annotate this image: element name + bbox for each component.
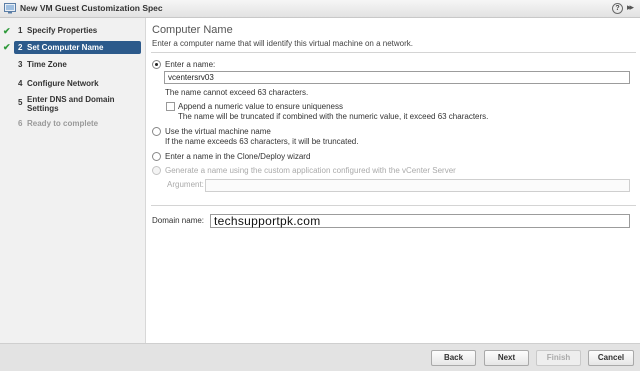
divider [151,205,636,206]
append-numeric-label: Append a numeric value to ensure uniquen… [178,102,343,111]
name-length-hint: The name cannot exceed 63 characters. [165,88,309,97]
window-title: New VM Guest Customization Spec [20,3,163,13]
divider [151,52,636,53]
page-title: Computer Name [152,24,233,36]
use-vm-name-radio[interactable] [152,127,161,136]
step-label: Time Zone [27,60,67,69]
expand-icon[interactable]: ▸▸ [627,2,634,13]
finish-button: Finish [536,350,581,366]
argument-input [205,179,630,192]
domain-name-label: Domain name: [152,216,205,225]
step-label: Enter DNS and Domain Settings [27,95,115,113]
append-numeric-checkbox[interactable] [166,102,175,111]
append-numeric-hint: The name will be truncated if combined w… [178,112,489,121]
cancel-button[interactable]: Cancel [588,350,634,366]
argument-label: Argument: [167,180,204,189]
step-label: Configure Network [27,79,99,88]
step-label: Ready to complete [27,119,99,128]
step-number: 4 [18,79,23,88]
step-number: 2 [18,43,23,52]
page-description: Enter a computer name that will identify… [152,39,414,48]
check-icon: ✔ [3,26,11,36]
next-button[interactable]: Next [484,350,529,366]
step-label: Set Computer Name [27,43,104,52]
back-button[interactable]: Back [431,350,476,366]
domain-name-input[interactable]: techsupportpk.com [210,214,630,228]
wizard-steps-sidebar: ✔ 1 Specify Properties ✔ 2 Set Computer … [0,18,146,343]
custom-app-label: Generate a name using the custom applica… [165,166,456,175]
vm-spec-icon [4,3,16,14]
computer-name-panel: Computer Name Enter a computer name that… [147,18,640,343]
step-number: 5 [18,98,23,107]
help-icon[interactable]: ? [612,3,623,14]
clone-wizard-radio[interactable] [152,152,161,161]
wizard-footer: Back Next Finish Cancel [0,343,640,371]
computer-name-input[interactable]: vcentersrv03 [164,71,630,84]
step-set-computer-name[interactable]: 2 Set Computer Name [14,41,141,54]
step-number: 6 [18,119,23,128]
check-icon: ✔ [3,42,11,52]
clone-wizard-label: Enter a name in the Clone/Deploy wizard [165,152,311,161]
step-number: 1 [18,26,23,35]
enter-name-label: Enter a name: [165,60,216,69]
custom-app-radio [152,166,161,175]
use-vm-name-hint: If the name exceeds 63 characters, it wi… [165,137,359,146]
use-vm-name-label: Use the virtual machine name [165,127,271,136]
step-number: 3 [18,60,23,69]
enter-name-radio[interactable] [152,60,161,69]
title-bar: New VM Guest Customization Spec ? ▸▸ [0,0,640,18]
step-label: Specify Properties [27,26,98,35]
